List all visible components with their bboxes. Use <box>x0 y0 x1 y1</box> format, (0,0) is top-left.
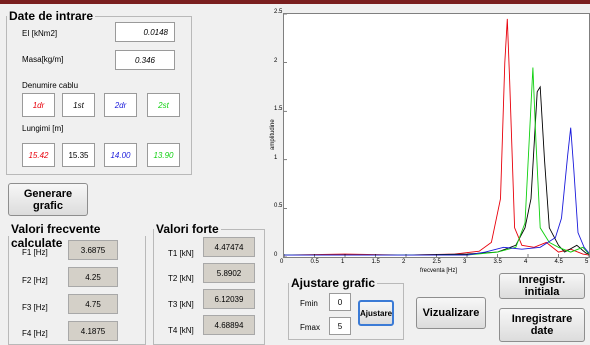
series-line-3 <box>284 67 590 256</box>
x-tick-label: 4.5 <box>554 259 563 265</box>
register-data-button[interactable]: Inregistrare date <box>499 308 585 342</box>
freq-row-4-value: 4.1875 <box>68 321 118 341</box>
x-tick-label: 5 <box>585 259 589 265</box>
y-tick-label: 2.5 <box>274 9 283 15</box>
window-top-bar <box>0 0 590 4</box>
x-axis-label: frecventa [Hz] <box>420 268 458 274</box>
x-tick-label: 3.5 <box>493 259 502 265</box>
x-tick-label: 2 <box>402 259 406 265</box>
fmin-field[interactable]: 0 <box>329 293 351 311</box>
x-tick-label: 1 <box>341 259 345 265</box>
ei-field[interactable]: 0.0148 <box>115 22 175 42</box>
length-field-4[interactable]: 13.90 <box>147 143 180 167</box>
force-row-4-value: 4.68894 <box>203 315 255 335</box>
y-tick-label: 1.5 <box>274 106 283 113</box>
x-tick-label: 2.5 <box>432 259 441 265</box>
force-panel-legend: Valori forte <box>156 222 219 236</box>
name-field-2[interactable]: 1st <box>62 93 95 117</box>
series-line-2 <box>284 85 590 256</box>
length-field-1[interactable]: 15.42 <box>22 143 55 167</box>
freq-row-1-value: 3.6875 <box>68 240 118 260</box>
freq-row-2-label: F2 [Hz] <box>22 276 48 285</box>
force-row-3-value: 6.12039 <box>203 289 255 309</box>
adjust-panel-legend: Ajustare grafic <box>291 276 376 290</box>
spectrum-plot <box>283 13 590 258</box>
masa-label: Masa[kg/m] <box>22 55 64 64</box>
y-tick-label: 1 <box>274 154 278 161</box>
length-field-2[interactable]: 15.35 <box>62 143 95 167</box>
force-row-2-label: T2 [kN] <box>168 274 194 283</box>
y-axis-label: amplitudine <box>270 119 276 150</box>
generate-chart-button[interactable]: Generare grafic <box>8 183 88 216</box>
force-row-3-label: T3 [kN] <box>168 300 194 309</box>
force-row-1-label: T1 [kN] <box>168 249 194 258</box>
fmax-field[interactable]: 5 <box>329 317 351 335</box>
force-row-1-value: 4.47474 <box>203 237 255 257</box>
input-panel-legend: Date de intrare <box>9 9 94 23</box>
fmin-label: Fmin <box>300 299 318 308</box>
x-tick-label: 1.5 <box>371 259 380 265</box>
x-tick-label: 0.5 <box>310 259 319 265</box>
y-tick-label: 0 <box>274 252 278 258</box>
freq-row-2-value: 4.25 <box>68 267 118 287</box>
x-tick-label: 0 <box>280 259 284 265</box>
denumire-label: Denumire cablu <box>22 81 79 90</box>
visualize-button[interactable]: Vizualizare <box>416 297 486 329</box>
series-line-4 <box>284 127 590 256</box>
register-initial-button[interactable]: Inregistr. initiala <box>499 273 585 299</box>
ei-label: EI [kNm2] <box>22 29 58 38</box>
freq-row-3-label: F3 [Hz] <box>22 303 48 312</box>
masa-field[interactable]: 0.346 <box>115 50 175 70</box>
adjust-button[interactable]: Ajustare <box>358 300 394 326</box>
freq-row-4-label: F4 [Hz] <box>22 329 48 338</box>
x-tick-label: 3 <box>463 259 467 265</box>
y-tick-label: 0.5 <box>274 203 283 210</box>
y-tick-label: 2 <box>274 57 278 64</box>
fmax-label: Fmax <box>300 323 320 332</box>
spectrum-plot-svg <box>283 13 590 258</box>
length-field-3[interactable]: 14.00 <box>104 143 137 167</box>
lungimi-label: Lungimi [m] <box>22 124 64 133</box>
x-tick-label: 4 <box>524 259 528 265</box>
name-field-4[interactable]: 2st <box>147 93 180 117</box>
force-row-4-label: T4 [kN] <box>168 326 194 335</box>
freq-row-3-value: 4.75 <box>68 294 118 314</box>
force-row-2-value: 5.8902 <box>203 263 255 283</box>
name-field-3[interactable]: 2dr <box>104 93 137 117</box>
freq-row-1-label: F1 [Hz] <box>22 248 48 257</box>
name-field-1[interactable]: 1dr <box>22 93 55 117</box>
